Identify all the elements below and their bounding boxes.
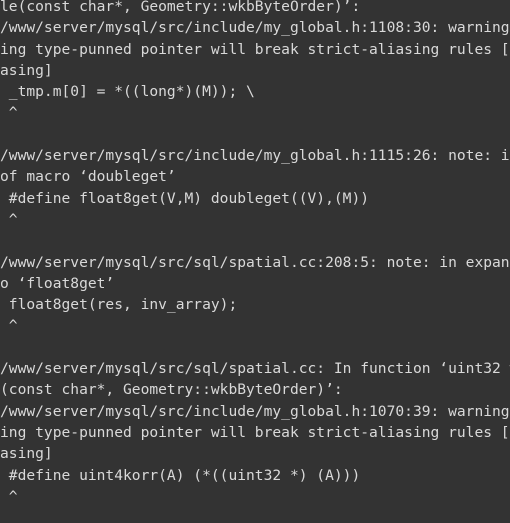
terminal-line: ^ xyxy=(0,104,18,122)
terminal-line: /www/server/mysql/src/include/my_global.… xyxy=(0,147,510,165)
terminal-line: /www/server/mysql/src/sql/spatial.cc: In… xyxy=(0,360,510,378)
terminal-line: ing type-punned pointer will break stric… xyxy=(0,423,510,441)
terminal-output[interactable]: le(const char*, Geometry::wkbByteOrder)’… xyxy=(0,0,510,519)
terminal-line: ^ xyxy=(0,210,18,228)
terminal-line: asing] xyxy=(0,445,53,463)
terminal-line: o ‘float8get’ xyxy=(0,274,115,292)
terminal-line: #define float8get(V,M) doubleget((V),(M)… xyxy=(0,189,370,207)
terminal-line: ^ xyxy=(0,487,18,505)
terminal-line: le(const char*, Geometry::wkbByteOrder)’… xyxy=(0,0,361,15)
terminal-line: (const char*, Geometry::wkbByteOrder)’: xyxy=(0,381,343,399)
terminal-line: ing type-punned pointer will break stric… xyxy=(0,40,510,58)
terminal-line: /www/server/mysql/src/include/my_global.… xyxy=(0,402,510,420)
terminal-line: /www/server/mysql/src/sql/spatial.cc:208… xyxy=(0,253,510,271)
terminal-line: _tmp.m[0] = *((long*)(M)); \ xyxy=(0,83,255,101)
terminal-line: ^ xyxy=(0,317,18,335)
terminal-line: #define uint4korr(A) (*((uint32 *) (A))) xyxy=(0,466,361,484)
terminal-line: float8get(res, inv_array); xyxy=(0,296,238,314)
terminal-line: asing] xyxy=(0,61,53,79)
terminal-line: /www/server/mysql/src/include/my_global.… xyxy=(0,19,510,37)
terminal-line: of macro ‘doubleget’ xyxy=(0,168,176,186)
